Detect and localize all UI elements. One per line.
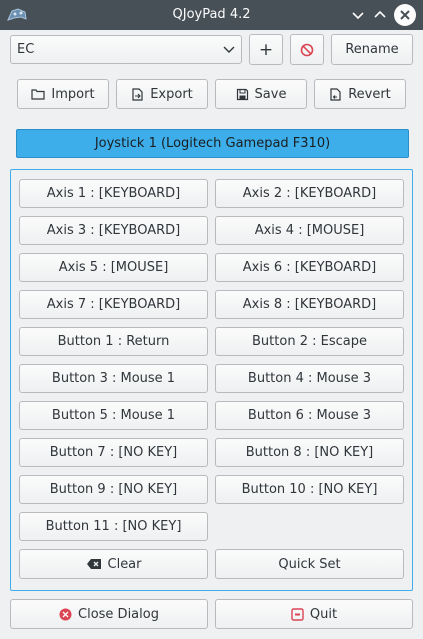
mapping-label: Button 5 : Mouse 1 [51, 408, 176, 423]
minimize-icon[interactable] [349, 6, 367, 24]
mapping-button[interactable]: Button 10 : [NO KEY] [215, 475, 404, 504]
save-label: Save [254, 86, 287, 102]
folder-open-icon [31, 89, 46, 100]
remove-layout-button[interactable] [290, 34, 324, 65]
mapping-label: Axis 3 : [KEYBOARD] [46, 223, 181, 238]
revert-label: Revert [348, 86, 391, 102]
mapping-button[interactable]: Button 4 : Mouse 3 [215, 364, 404, 393]
floppy-disk-icon [236, 88, 248, 100]
clear-button[interactable]: Clear [19, 549, 208, 579]
clear-label: Clear [107, 556, 142, 572]
mapping-button[interactable]: Button 9 : [NO KEY] [19, 475, 208, 504]
mapping-button[interactable]: Button 7 : [NO KEY] [19, 438, 208, 467]
mapping-label: Axis 2 : [KEYBOARD] [242, 186, 377, 201]
joystick-tab-label: Joystick 1 (Logitech Gamepad F310) [94, 136, 331, 151]
add-layout-label: + [258, 39, 274, 60]
mapping-label: Button 7 : [NO KEY] [49, 445, 178, 460]
mapping-button[interactable]: Button 2 : Escape [215, 327, 404, 356]
title-bar: QJoyPad 4.2 [0, 0, 423, 30]
mapping-button[interactable]: Button 1 : Return [19, 327, 208, 356]
close-dialog-button[interactable]: Close Dialog [10, 599, 208, 629]
revert-button[interactable]: Revert [314, 79, 406, 109]
mapping-button[interactable]: Axis 8 : [KEYBOARD] [215, 290, 404, 319]
backspace-icon [86, 559, 101, 569]
export-button[interactable]: Export [116, 79, 208, 109]
close-dialog-label: Close Dialog [78, 606, 159, 622]
mapping-label: Axis 6 : [KEYBOARD] [242, 260, 377, 275]
mapping-button[interactable]: Axis 5 : [MOUSE] [19, 253, 208, 282]
rename-button[interactable]: Rename [331, 34, 413, 65]
mapping-button[interactable]: Button 5 : Mouse 1 [19, 401, 208, 430]
mapping-label: Button 9 : [NO KEY] [49, 482, 178, 497]
quick-set-button[interactable]: Quick Set [215, 549, 404, 579]
mapping-button[interactable]: Axis 1 : [KEYBOARD] [19, 179, 208, 208]
quit-icon [291, 607, 304, 621]
quit-button[interactable]: Quit [215, 599, 413, 629]
close-window-button[interactable] [394, 4, 416, 26]
mapping-label: Button 6 : Mouse 3 [247, 408, 372, 423]
joystick-tab[interactable]: Joystick 1 (Logitech Gamepad F310) [16, 129, 409, 158]
mapping-button[interactable]: Axis 2 : [KEYBOARD] [215, 179, 404, 208]
remove-icon [300, 43, 314, 56]
quit-label: Quit [309, 606, 338, 622]
export-label: Export [150, 86, 193, 102]
mapping-button[interactable]: Button 3 : Mouse 1 [19, 364, 208, 393]
rename-label: Rename [345, 42, 399, 57]
mapping-button[interactable]: Button 6 : Mouse 3 [215, 401, 404, 430]
mapping-button[interactable]: Axis 4 : [MOUSE] [215, 216, 404, 245]
quick-set-label: Quick Set [278, 556, 341, 572]
mapping-label: Button 2 : Escape [252, 334, 367, 349]
mapping-label: Button 10 : [NO KEY] [241, 482, 378, 497]
mapping-button[interactable]: Axis 7 : [KEYBOARD] [19, 290, 208, 319]
mapping-button[interactable]: Axis 6 : [KEYBOARD] [215, 253, 404, 282]
import-label: Import [51, 86, 95, 102]
layout-select-value: EC [17, 42, 35, 57]
import-button[interactable]: Import [17, 79, 109, 109]
mapping-button[interactable]: Button 11 : [NO KEY] [19, 512, 208, 541]
mapping-label: Axis 4 : [MOUSE] [254, 223, 365, 238]
mapping-button[interactable]: Button 8 : [NO KEY] [215, 438, 404, 467]
revert-document-icon [330, 87, 341, 101]
mapping-label: Button 11 : [NO KEY] [45, 519, 182, 534]
export-icon [132, 87, 143, 101]
mapping-label: Axis 1 : [KEYBOARD] [46, 186, 181, 201]
mapping-label: Button 1 : Return [57, 334, 170, 349]
mapping-label: Axis 7 : [KEYBOARD] [46, 297, 181, 312]
chevron-down-icon [223, 46, 235, 53]
mapping-label: Axis 5 : [MOUSE] [58, 260, 169, 275]
mapping-label: Button 4 : Mouse 3 [247, 371, 372, 386]
mapping-label: Axis 8 : [KEYBOARD] [242, 297, 377, 312]
close-icon [400, 10, 410, 20]
mapping-label: Button 8 : [NO KEY] [245, 445, 374, 460]
mapping-label: Button 3 : Mouse 1 [51, 371, 176, 386]
close-circle-icon [59, 608, 72, 620]
save-button[interactable]: Save [215, 79, 307, 109]
layout-select[interactable]: EC [10, 35, 242, 64]
maximize-icon[interactable] [371, 6, 389, 24]
add-layout-button[interactable]: + [249, 34, 283, 65]
mapping-button[interactable]: Axis 3 : [KEYBOARD] [19, 216, 208, 245]
